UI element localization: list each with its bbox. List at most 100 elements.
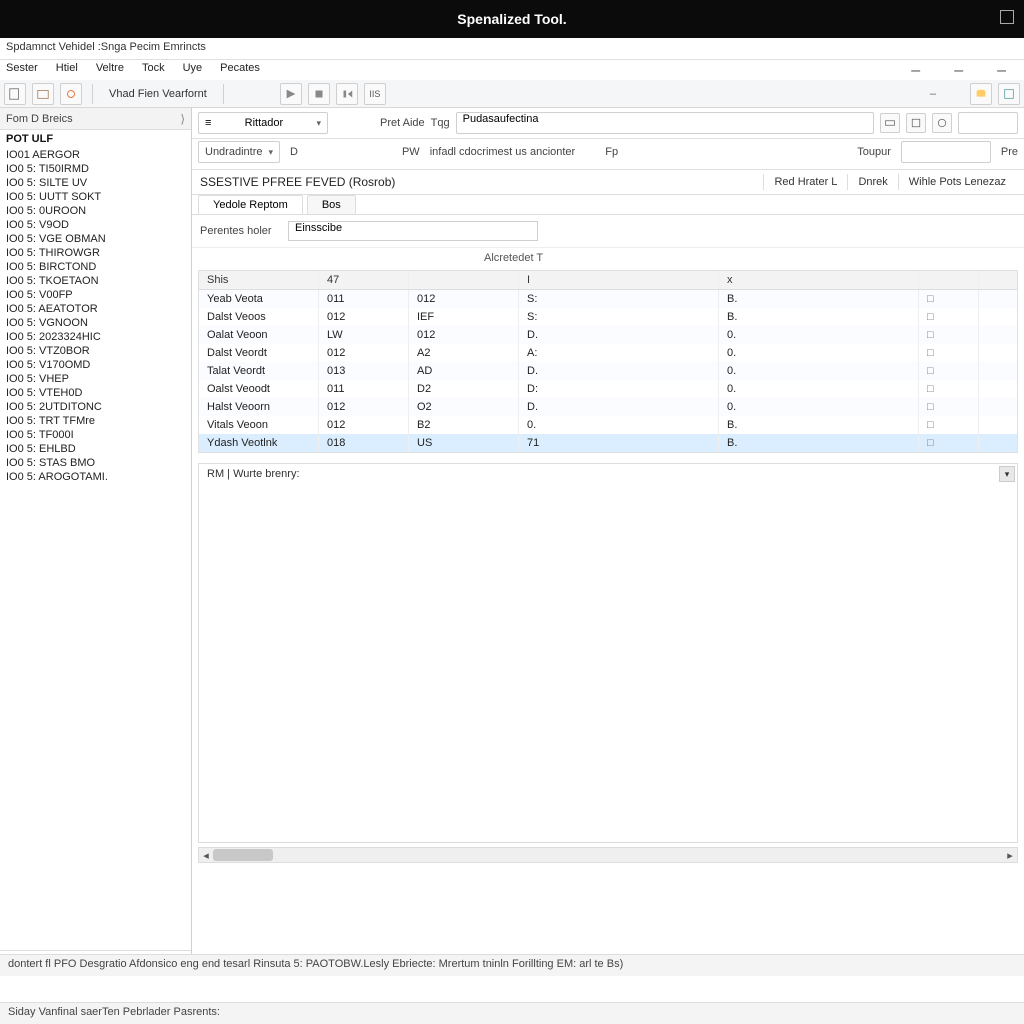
table-cell: B2 xyxy=(409,416,519,434)
table-row[interactable]: Talat Veordt013ADD.0.□ xyxy=(199,362,1017,380)
tag-input[interactable]: Pudasaufectina xyxy=(456,112,874,134)
sidebar-item[interactable]: IO0 5: AROGOTAMI. xyxy=(0,470,191,484)
sidebar-item[interactable]: IO0 5: V9OD xyxy=(0,218,191,232)
field-input[interactable]: Einsscibe xyxy=(288,221,538,241)
sidebar-item[interactable]: IO0 5: VHEP xyxy=(0,372,191,386)
filter-dd2-val: D xyxy=(290,146,298,158)
menu-item[interactable]: Sester xyxy=(6,62,38,78)
col-head[interactable]: I xyxy=(519,271,719,289)
label-pre: Pre xyxy=(1001,146,1018,158)
table-cell: □ xyxy=(919,398,979,416)
menu-item[interactable]: Tock xyxy=(142,62,165,78)
small-input[interactable] xyxy=(958,112,1018,134)
minimize-icon[interactable]: – xyxy=(911,62,920,78)
scroll-thumb[interactable] xyxy=(213,849,273,861)
scroll-right-icon[interactable]: ▸ xyxy=(1003,848,1017,862)
notes-label: RM | Wurte brenry: xyxy=(207,468,300,480)
sidebar-item[interactable]: IO0 5: THIROWGR xyxy=(0,246,191,260)
sidebar-item[interactable]: IO0 5: 2023324HIC xyxy=(0,330,191,344)
tool-step-icon[interactable] xyxy=(336,83,358,105)
maximize-icon[interactable] xyxy=(1000,10,1014,24)
sidebar-item[interactable]: IO0 5: TRT TFMre xyxy=(0,414,191,428)
table-cell: Yeab Veota xyxy=(199,290,319,308)
tool-run-icon[interactable] xyxy=(280,83,302,105)
sidebar-item[interactable]: IO0 5: TI50IRMD xyxy=(0,162,191,176)
table-cell: 011 xyxy=(319,290,409,308)
sidebar-item[interactable]: IO0 5: V00FP xyxy=(0,288,191,302)
table-row[interactable]: Dalst Veordt012A2A:0.□ xyxy=(199,344,1017,362)
table-row[interactable]: Oalat VeoonLW012D.0.□ xyxy=(199,326,1017,344)
table-row[interactable]: Dalst Veoos012IEFS:B.□ xyxy=(199,308,1017,326)
tab[interactable]: Bos xyxy=(307,195,356,214)
col-head[interactable] xyxy=(409,271,519,289)
sidebar-item[interactable]: IO0 5: TKOETAON xyxy=(0,274,191,288)
sidebar-item[interactable]: IO01 AERGOR xyxy=(0,148,191,162)
print-icon[interactable] xyxy=(880,113,900,133)
tool-tag-icon[interactable]: IIS xyxy=(364,83,386,105)
pin-icon[interactable]: ⟩ xyxy=(180,112,185,126)
col-head[interactable]: 47 xyxy=(319,271,409,289)
table-row[interactable]: Halst Veoorn012O2D.0.□ xyxy=(199,398,1017,416)
table-cell: □ xyxy=(919,416,979,434)
sidebar-list: IO01 AERGORIO0 5: TI50IRMDIO0 5: SILTE U… xyxy=(0,148,191,950)
filter-dropdown-2[interactable]: Undradintre ▾ xyxy=(198,141,280,163)
document-subheader: Spdamnct Vehidel :Snga Pecim Emrincts xyxy=(0,38,1024,60)
col-head[interactable] xyxy=(919,271,979,289)
tool-new-icon[interactable] xyxy=(4,83,26,105)
tool-db-icon[interactable] xyxy=(970,83,992,105)
menu-item[interactable]: Pecates xyxy=(220,62,260,78)
table-row[interactable]: Vitals Veoon012B20.B.□ xyxy=(199,416,1017,434)
label-tp: Fp xyxy=(605,146,618,158)
table-cell: AD xyxy=(409,362,519,380)
collapse-icon[interactable]: ▾ xyxy=(999,466,1015,482)
restore-icon[interactable]: – xyxy=(954,62,963,78)
sidebar-item[interactable]: IO0 5: TF000I xyxy=(0,428,191,442)
save-icon[interactable] xyxy=(906,113,926,133)
table-cell: S: xyxy=(519,308,719,326)
filter-dropdown-1[interactable]: ≡ Rittador ▾ xyxy=(198,112,328,134)
label-pw: PW xyxy=(402,146,420,158)
sheet-btn[interactable]: Wihle Pots Lenezaz xyxy=(898,174,1016,190)
tool-export-icon[interactable] xyxy=(998,83,1020,105)
sidebar-item[interactable]: IO0 5: SILTE UV xyxy=(0,176,191,190)
horizontal-scrollbar[interactable]: ◂ ▸ xyxy=(198,847,1018,863)
tool-stop-icon[interactable] xyxy=(308,83,330,105)
close-icon[interactable]: – xyxy=(997,62,1006,78)
separator xyxy=(92,84,93,104)
sidebar-item[interactable]: IO0 5: VTZ0BOR xyxy=(0,344,191,358)
col-head[interactable]: Shis xyxy=(199,271,319,289)
sidebar-item[interactable]: IO0 5: V170OMD xyxy=(0,358,191,372)
sidebar-item[interactable]: IO0 5: UUTT SOKT xyxy=(0,190,191,204)
tool-open-icon[interactable] xyxy=(32,83,54,105)
sheet-btn[interactable]: Dnrek xyxy=(847,174,897,190)
sheet-btn[interactable]: Red Hrater L xyxy=(763,174,847,190)
table-row[interactable]: Oalst Veoodt011D2D:0.□ xyxy=(199,380,1017,398)
tool-gear-icon[interactable] xyxy=(60,83,82,105)
tab[interactable]: Yedole Reptom xyxy=(198,195,303,214)
sidebar-item[interactable]: IO0 5: BIRCTOND xyxy=(0,260,191,274)
sidebar-root[interactable]: POT ULF xyxy=(0,130,191,148)
sidebar-item[interactable]: IO0 5: EHLBD xyxy=(0,442,191,456)
sidebar-item[interactable]: IO0 5: VGNOON xyxy=(0,316,191,330)
scroll-left-icon[interactable]: ◂ xyxy=(199,848,213,862)
menu-item[interactable]: Uye xyxy=(183,62,203,78)
sidebar-item[interactable]: IO0 5: AEATOTOR xyxy=(0,302,191,316)
menu-item[interactable]: Veltre xyxy=(96,62,124,78)
col-head[interactable]: x xyxy=(719,271,919,289)
sidebar-item[interactable]: IO0 5: 0UROON xyxy=(0,204,191,218)
table-cell: B. xyxy=(719,308,919,326)
table-cell: 012 xyxy=(409,326,519,344)
minimize-child-icon[interactable]: – xyxy=(930,88,936,100)
separator xyxy=(223,84,224,104)
sidebar-item[interactable]: IO0 5: STAS BMO xyxy=(0,456,191,470)
sidebar-item[interactable]: IO0 5: 2UTDITONC xyxy=(0,400,191,414)
sidebar-item[interactable]: IO0 5: VGE OBMAN xyxy=(0,232,191,246)
menu-item[interactable]: Htiel xyxy=(56,62,78,78)
toupour-input[interactable] xyxy=(901,141,991,163)
table-cell: Oalst Veoodt xyxy=(199,380,319,398)
sidebar-item[interactable]: IO0 5: VTEH0D xyxy=(0,386,191,400)
table-row[interactable]: Ydash Veotlnk018US71B.□ xyxy=(199,434,1017,452)
table-cell: □ xyxy=(919,344,979,362)
refresh-icon[interactable] xyxy=(932,113,952,133)
table-row[interactable]: Yeab Veota011012S:B.□ xyxy=(199,290,1017,308)
